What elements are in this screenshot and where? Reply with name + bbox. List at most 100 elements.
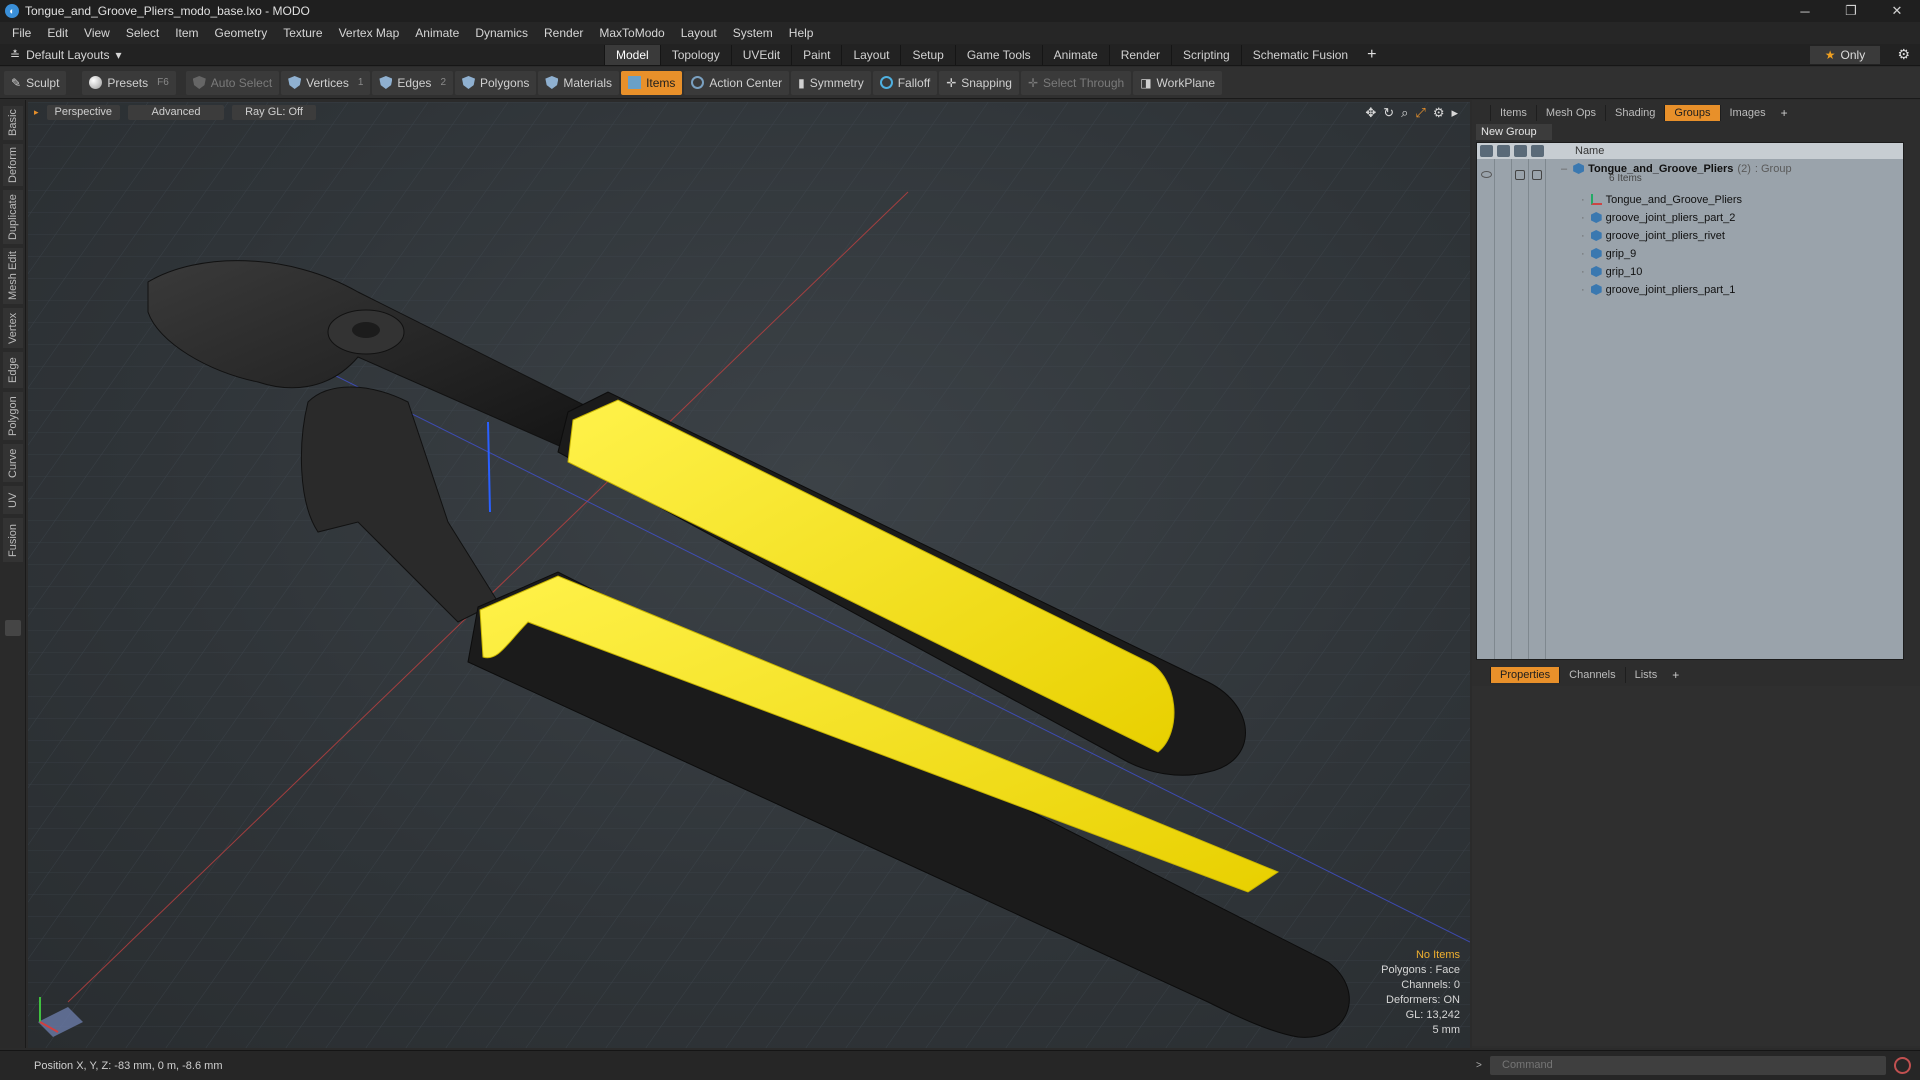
tab-paint[interactable]: Paint	[791, 45, 841, 65]
layout-collapse-icon[interactable]: ≛	[10, 48, 20, 62]
workplane-button[interactable]: ◨ WorkPlane	[1133, 70, 1223, 95]
items-button[interactable]: Items	[621, 70, 683, 95]
edges-button[interactable]: Edges 2	[372, 70, 453, 95]
list-item[interactable]: · grip_10	[1581, 263, 1642, 280]
tab-shading[interactable]: Shading	[1605, 105, 1664, 121]
tab-animate[interactable]: Animate	[1041, 45, 1109, 65]
tab-groups[interactable]: Groups	[1664, 105, 1720, 121]
vtab-uv[interactable]: UV	[3, 486, 23, 514]
vtab-deform[interactable]: Deform	[3, 144, 23, 186]
tab-layout[interactable]: Layout	[841, 45, 900, 65]
presets-button[interactable]: Presets F6	[82, 70, 176, 95]
menu-help[interactable]: Help	[781, 26, 822, 40]
vtab-fusion[interactable]: Fusion	[3, 518, 23, 562]
tab-items[interactable]: Items	[1490, 105, 1536, 121]
menu-animate[interactable]: Animate	[407, 26, 467, 40]
tab-mesh-ops[interactable]: Mesh Ops	[1535, 105, 1605, 121]
menu-select[interactable]: Select	[118, 26, 167, 40]
viewport-expand-icon[interactable]: ▸	[1451, 105, 1458, 121]
menu-render[interactable]: Render	[536, 26, 591, 40]
only-toggle[interactable]: ★ Only	[1810, 46, 1880, 64]
select-through-button[interactable]: ✛ Select Through	[1020, 70, 1132, 95]
tab-render[interactable]: Render	[1108, 45, 1171, 65]
group-select-checkbox[interactable]	[1532, 170, 1542, 180]
shading-mode-button[interactable]: Advanced	[128, 104, 225, 120]
viewport-gear-icon[interactable]: ⚙	[1433, 105, 1445, 121]
tab-schematic-fusion[interactable]: Schematic Fusion	[1240, 45, 1359, 65]
command-input[interactable]	[1490, 1056, 1886, 1075]
menu-item[interactable]: Item	[167, 26, 206, 40]
materials-button[interactable]: Materials	[538, 70, 620, 95]
minimize-button[interactable]: ─	[1782, 0, 1828, 22]
list-item[interactable]: · groove_joint_pliers_rivet	[1581, 227, 1725, 244]
tab-topology[interactable]: Topology	[659, 45, 731, 65]
vtab-curve[interactable]: Curve	[3, 444, 23, 482]
polygons-button[interactable]: Polygons	[455, 70, 537, 95]
list-item[interactable]: · grip_9	[1581, 245, 1636, 262]
collapse-icon[interactable]: –	[1561, 163, 1567, 175]
vtab-duplicate[interactable]: Duplicate	[3, 190, 23, 244]
menu-maxtomodo[interactable]: MaxToModo	[591, 26, 672, 40]
select-header-icon[interactable]	[1531, 145, 1544, 157]
vtab-vertex[interactable]: Vertex	[3, 308, 23, 348]
vtab-polygon[interactable]: Polygon	[3, 392, 23, 440]
name-column-header[interactable]: Name	[1561, 145, 1604, 157]
command-run-icon[interactable]	[1894, 1057, 1911, 1074]
move-view-icon[interactable]: ✥	[1365, 105, 1376, 121]
tab-scripting[interactable]: Scripting	[1171, 45, 1241, 65]
list-item[interactable]: · groove_joint_pliers_part_1	[1581, 281, 1735, 298]
group-visibility-eye-icon[interactable]	[1481, 171, 1492, 178]
group-lock-checkbox[interactable]	[1515, 170, 1525, 180]
3d-viewport[interactable]: ▸ Perspective Advanced Ray GL: Off ✥ ↻ ⌕…	[28, 102, 1470, 1048]
menu-file[interactable]: File	[4, 26, 39, 40]
new-group-button[interactable]: New Group	[1476, 124, 1552, 140]
menu-texture[interactable]: Texture	[275, 26, 330, 40]
menu-dynamics[interactable]: Dynamics	[467, 26, 536, 40]
layout-dropdown[interactable]: ≛ Default Layouts ▾	[10, 48, 121, 62]
tab-setup[interactable]: Setup	[900, 45, 954, 65]
add-props-tab-button[interactable]: +	[1666, 668, 1685, 682]
restore-button[interactable]: ❐	[1828, 0, 1874, 22]
render-header-icon[interactable]	[1497, 145, 1510, 157]
zoom-view-icon[interactable]: ⌕	[1401, 105, 1408, 121]
symmetry-button[interactable]: ▮ Symmetry	[791, 70, 871, 95]
raygl-button[interactable]: Ray GL: Off	[232, 104, 317, 120]
falloff-button[interactable]: Falloff	[872, 70, 938, 95]
snapping-button[interactable]: ✛ Snapping	[939, 70, 1019, 95]
menu-layout[interactable]: Layout	[673, 26, 725, 40]
vtab-basic[interactable]: Basic	[3, 106, 23, 140]
vtab-edge[interactable]: Edge	[3, 352, 23, 388]
list-item[interactable]: · Tongue_and_Groove_Pliers	[1581, 191, 1742, 208]
tab-images[interactable]: Images	[1719, 105, 1775, 121]
list-item[interactable]: · groove_joint_pliers_part_2	[1581, 209, 1735, 226]
menu-view[interactable]: View	[76, 26, 118, 40]
tab-game-tools[interactable]: Game Tools	[954, 45, 1042, 65]
menu-system[interactable]: System	[725, 26, 781, 40]
add-tab-button[interactable]: +	[1359, 45, 1384, 65]
view-mode-button[interactable]: Perspective	[46, 104, 121, 120]
gear-icon[interactable]: ⚙	[1897, 46, 1910, 63]
menu-vertex-map[interactable]: Vertex Map	[331, 26, 408, 40]
tab-channels[interactable]: Channels	[1559, 667, 1624, 683]
left-strip-toggle[interactable]	[5, 620, 21, 636]
tab-uvedit[interactable]: UVEdit	[730, 45, 791, 65]
tab-model[interactable]: Model	[604, 45, 660, 65]
rotate-view-icon[interactable]: ↻	[1383, 105, 1394, 121]
close-button[interactable]: ✕	[1874, 0, 1920, 22]
sculpt-button[interactable]: ✎ Sculpt	[4, 70, 67, 95]
lock-header-icon[interactable]	[1514, 145, 1527, 157]
menu-edit[interactable]: Edit	[39, 26, 76, 40]
maximize-view-icon[interactable]: ⤢	[1415, 105, 1425, 121]
auto-select-button[interactable]: Auto Select	[185, 70, 280, 95]
vertices-button[interactable]: Vertices 1	[281, 70, 371, 95]
action-center-button[interactable]: Action Center	[684, 70, 790, 95]
visibility-header-icon[interactable]	[1480, 145, 1493, 157]
command-history-arrow-icon[interactable]: >	[1476, 1060, 1482, 1071]
group-row[interactable]: – Tongue_and_Groove_Pliers (2) : Group	[1561, 160, 1792, 177]
tab-properties[interactable]: Properties	[1490, 667, 1560, 683]
viewport-menu-arrow-icon[interactable]: ▸	[34, 107, 39, 118]
vtab-mesh-edit[interactable]: Mesh Edit	[3, 248, 23, 304]
menu-geometry[interactable]: Geometry	[207, 26, 276, 40]
add-panel-tab-button[interactable]: +	[1775, 106, 1794, 120]
tab-lists[interactable]: Lists	[1624, 667, 1667, 683]
